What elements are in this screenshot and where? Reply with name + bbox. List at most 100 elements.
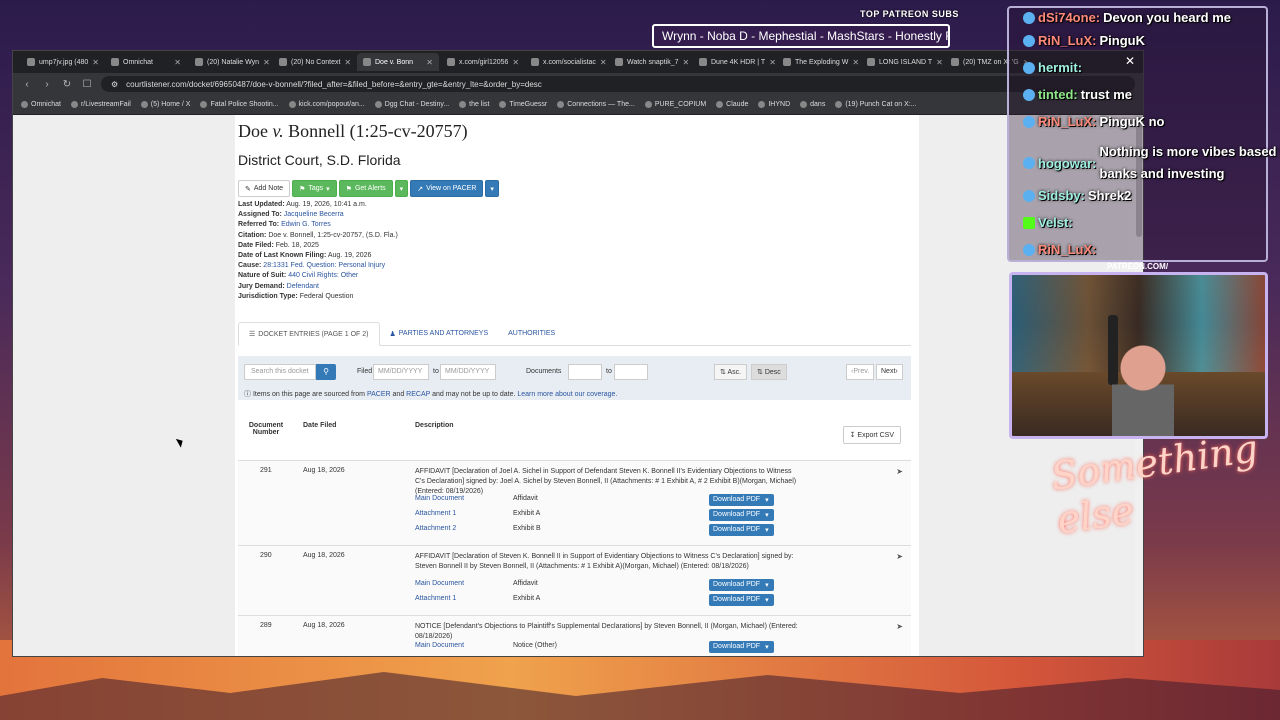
close-icon[interactable]: ✕: [600, 58, 607, 67]
browser-tab[interactable]: Watch snaptik_7 ✕: [609, 53, 691, 71]
share-icon[interactable]: ➤: [896, 552, 903, 561]
browser-tab[interactable]: LONG ISLAND T ✕: [861, 53, 943, 71]
download-pdf-button[interactable]: Download PDF ▾: [709, 594, 774, 607]
browser-tab[interactable]: (20) No Context ✕: [273, 53, 355, 71]
tab-parties-attorneys[interactable]: ♟ PARTIES AND ATTORNEYS: [380, 322, 499, 345]
bookmark-item[interactable]: (19) Punch Cat on X:...: [835, 101, 917, 108]
bookmark-icon[interactable]: ☐: [81, 79, 93, 90]
attachment-link[interactable]: Attachment 1: [415, 510, 456, 517]
share-icon[interactable]: ➤: [896, 622, 903, 631]
docket-search-input[interactable]: Search this docket: [244, 364, 316, 381]
browser-tab[interactable]: Omnichat ✕: [105, 53, 187, 71]
chat-text: Shrek2: [1087, 188, 1132, 203]
close-icon[interactable]: ✕: [92, 58, 99, 67]
forward-icon[interactable]: ›: [41, 79, 53, 90]
favicon-icon: [21, 101, 28, 108]
url-field[interactable]: ⚙ courtlistener.com/docket/69650487/doe-…: [101, 76, 1135, 92]
referred-judge-link[interactable]: Edwin G. Torres: [281, 221, 331, 228]
attachment-link[interactable]: Main Document: [415, 580, 464, 587]
browser-tab[interactable]: (20) Natalie Wyn ✕: [189, 53, 271, 71]
entry-gte-input[interactable]: [568, 364, 602, 381]
close-icon[interactable]: ✕: [852, 58, 859, 67]
bookmark-item[interactable]: dans: [800, 101, 825, 108]
close-icon[interactable]: ✕: [769, 58, 775, 67]
tab-authorities[interactable]: AUTHORITIES: [498, 322, 565, 345]
download-pdf-button[interactable]: Download PDF ▾: [709, 579, 774, 592]
docket-row: 290 Aug 18, 2026 AFFIDAVIT [Declaration of…: [238, 545, 911, 616]
filed-after-input[interactable]: MM/DD/YYYY: [373, 364, 429, 381]
bookmark-item[interactable]: Fatal Police Shootin...: [200, 101, 279, 108]
back-icon[interactable]: ‹: [21, 79, 33, 90]
add-note-button[interactable]: ✎ Add Note: [238, 180, 291, 197]
browser-tab[interactable]: Dune 4K HDR | T✕: [693, 53, 775, 71]
favicon-icon: [195, 58, 203, 66]
get-alerts-button[interactable]: ⚑ Get Alerts: [338, 180, 393, 197]
close-icon[interactable]: ✕: [1125, 54, 1135, 68]
bookmark-item[interactable]: Claude: [716, 101, 748, 108]
cause-link[interactable]: 28:1331 Fed. Question: Personal Injury: [263, 262, 385, 269]
bookmark-label: Connections — The...: [567, 101, 635, 108]
sort-desc-button[interactable]: ⇅ Desc: [751, 364, 787, 381]
bookmark-item[interactable]: PURE_COPIUM: [644, 101, 706, 108]
jury-demand-link[interactable]: Defendant: [287, 283, 319, 290]
filed-before-input[interactable]: MM/DD/YYYY: [440, 364, 496, 381]
nature-of-suit-link[interactable]: 440 Civil Rights: Other: [288, 272, 358, 279]
browser-tab[interactable]: x.com/girl12056 ✕: [441, 53, 523, 71]
browser-tab[interactable]: x.com/socialistac ✕: [525, 53, 607, 71]
attachment-link[interactable]: Attachment 2: [415, 525, 456, 532]
view-pacer-button[interactable]: ↗ View on PACER: [410, 180, 484, 197]
attachment-link[interactable]: Main Document: [415, 495, 464, 502]
download-pdf-button[interactable]: Download PDF ▾: [709, 509, 774, 522]
bookmark-item[interactable]: Omnichat: [21, 101, 61, 108]
bookmark-item[interactable]: Dgg Chat - Destiny...: [374, 101, 449, 108]
sort-asc-button[interactable]: ⇅ Asc.: [714, 364, 748, 381]
bookmark-item[interactable]: TimeGuessr: [499, 101, 547, 108]
tab-label: LONG ISLAND T: [879, 58, 933, 66]
attachment-link[interactable]: Attachment 1: [415, 595, 456, 602]
close-icon[interactable]: ✕: [936, 58, 943, 67]
assigned-judge-link[interactable]: Jacqueline Becerra: [284, 211, 344, 218]
download-pdf-button[interactable]: Download PDF ▾: [709, 641, 774, 654]
court-name: District Court, S.D. Florida: [238, 152, 401, 168]
share-icon[interactable]: ➤: [896, 467, 903, 476]
export-csv-button[interactable]: ↧ Export CSV: [842, 426, 901, 445]
next-page-button[interactable]: Next›: [876, 364, 903, 381]
browser-tab[interactable]: ump7jv.jpg (480 ✕: [21, 53, 103, 71]
download-pdf-button[interactable]: Download PDF ▾: [709, 494, 774, 507]
close-icon[interactable]: ✕: [512, 58, 519, 67]
bookmark-item[interactable]: the list: [459, 101, 489, 108]
browser-tab[interactable]: Doe v. Bonn ✕: [357, 53, 439, 71]
close-icon[interactable]: ✕: [344, 58, 351, 67]
bookmark-item[interactable]: IHYND: [758, 101, 790, 108]
recap-link[interactable]: RECAP: [406, 391, 430, 398]
prev-page-button[interactable]: ‹Prev.: [846, 364, 875, 381]
chat-username: RiN_LuX:: [1038, 114, 1097, 129]
close-icon[interactable]: ✕: [683, 58, 690, 67]
attachment-link[interactable]: Main Document: [415, 642, 464, 649]
close-icon[interactable]: ✕: [174, 58, 181, 67]
tags-button[interactable]: ⚑ Tags ▾: [292, 180, 337, 197]
download-pdf-button[interactable]: Download PDF ▾: [709, 524, 774, 537]
attachment-row: Attachment 1 Exhibit A: [415, 595, 540, 602]
chevron-down-icon: ▾: [765, 512, 769, 520]
favicon-icon: [499, 101, 507, 108]
users-icon: ♟: [389, 330, 396, 338]
site-info-icon[interactable]: ⚙: [111, 80, 118, 89]
chat-message: Sidsby: Shrek2: [1023, 188, 1131, 203]
bookmark-item[interactable]: (5) Home / X: [140, 101, 190, 108]
tab-bar: ump7jv.jpg (480 ✕ Omnichat ✕ (20) Natalie Wy…: [13, 51, 1143, 73]
bookmark-item[interactable]: kick.com/popout/an...: [288, 101, 365, 108]
close-icon[interactable]: ✕: [263, 58, 270, 67]
bookmark-item[interactable]: r/LivestreamFail: [70, 101, 131, 108]
alerts-dropdown-button[interactable]: ▾: [394, 180, 409, 197]
browser-tab[interactable]: The Exploding W ✕: [777, 53, 859, 71]
coverage-link[interactable]: Learn more about our coverage.: [517, 391, 617, 398]
bookmark-item[interactable]: Connections — The...: [557, 101, 635, 108]
entry-lte-input[interactable]: [614, 364, 648, 381]
pacer-link[interactable]: PACER: [367, 391, 391, 398]
reload-icon[interactable]: ↻: [61, 79, 73, 90]
close-icon[interactable]: ✕: [426, 58, 433, 67]
pacer-dropdown-button[interactable]: ▾: [485, 180, 499, 197]
tab-docket-entries[interactable]: ☰ DOCKET ENTRIES (PAGE 1 OF 2): [238, 322, 380, 347]
search-icon[interactable]: ⚲: [316, 364, 336, 381]
